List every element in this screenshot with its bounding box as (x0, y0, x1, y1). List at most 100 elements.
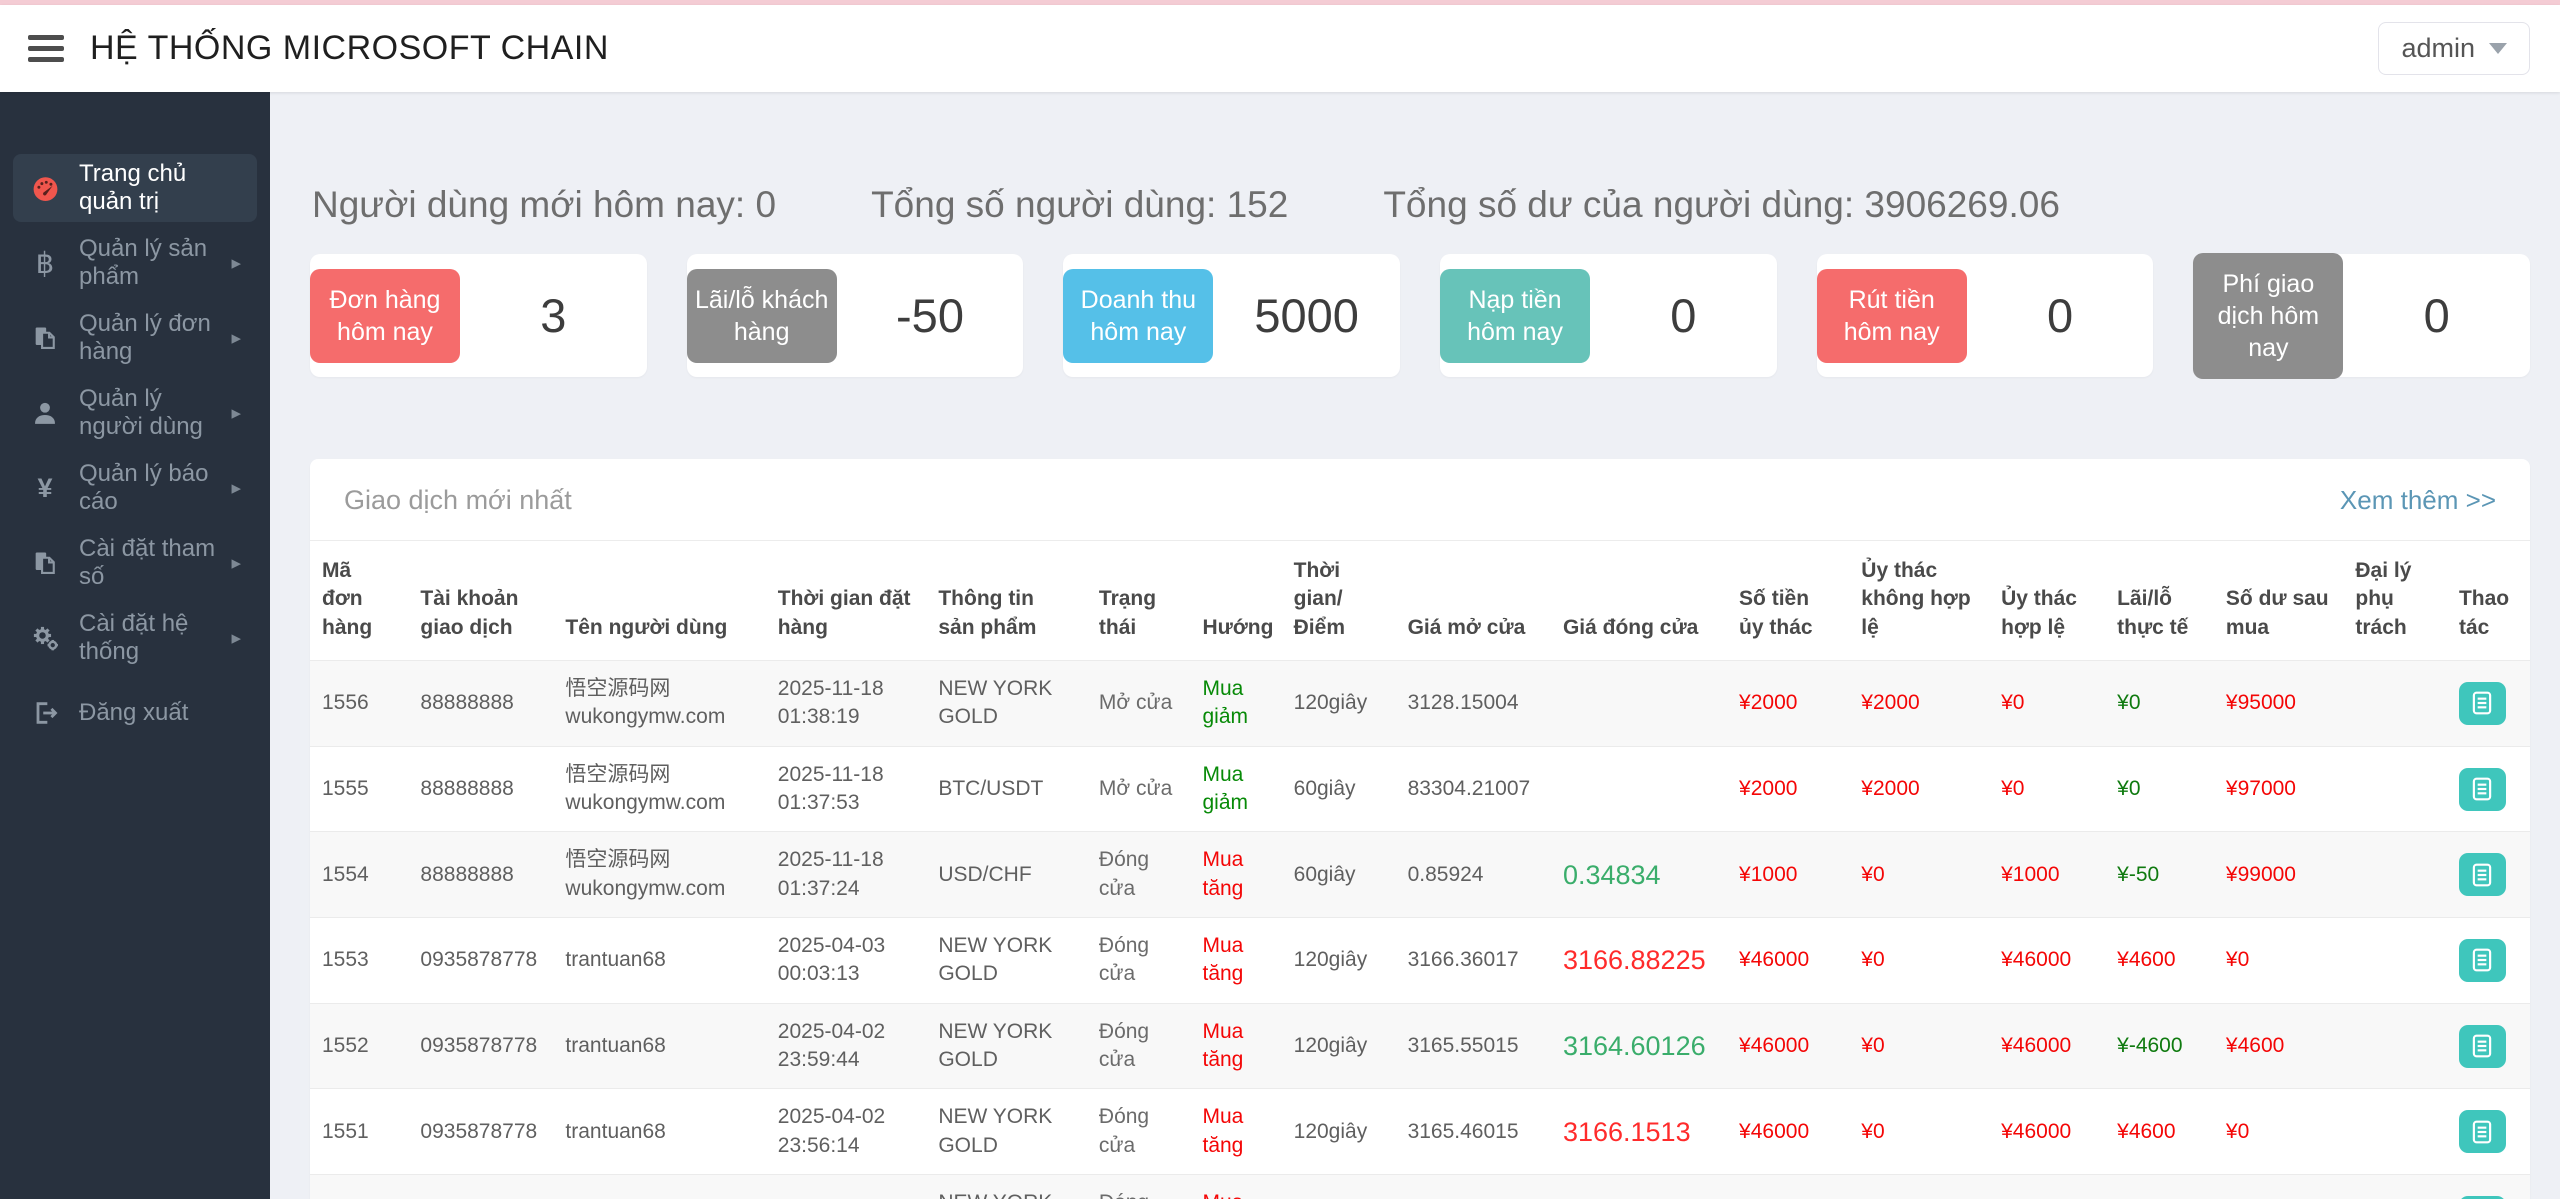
balance-cell: ¥4600 (2214, 1003, 2343, 1089)
sidebar-item-logout[interactable]: Đăng xuất (13, 679, 257, 747)
status-cell: Mở cửa (1087, 661, 1191, 747)
view-order-button[interactable] (2459, 1025, 2506, 1068)
invalid-entrust-cell: ¥2000 (1849, 661, 1989, 747)
balance-cell (2214, 1175, 2343, 1199)
col-product: Thông tin sản phẩm (926, 541, 1087, 661)
balance-cell: ¥95000 (2214, 661, 2343, 747)
card-value: 5000 (1254, 288, 1359, 343)
account-cell: 88888888 (408, 661, 553, 747)
chevron-right-icon: ▸ (231, 627, 241, 650)
username-cell: trantuan68 (553, 1089, 765, 1175)
invalid-entrust-cell: ¥0 (1849, 1089, 1989, 1175)
chevron-right-icon: ▸ (231, 402, 241, 425)
view-order-button[interactable] (2459, 768, 2506, 811)
sidebar-item-label: Đăng xuất (79, 699, 188, 727)
col-period: Thời gian/Điểm (1282, 541, 1396, 661)
invalid-entrust-cell: ¥2000 (1849, 746, 1989, 832)
open-price-cell (1396, 1175, 1551, 1199)
close-price-cell (1551, 661, 1727, 747)
logout-icon (27, 699, 63, 727)
entrust-cell: ¥46000 (1727, 1003, 1849, 1089)
card-customer-pnl: Lãi/lỗ khách hàng -50 (687, 254, 1024, 377)
card-orders-today: Đơn hàng hôm nay 3 (310, 254, 647, 377)
order-detail-icon (2469, 862, 2495, 888)
see-more-link[interactable]: Xem thêm >> (2340, 485, 2496, 516)
period-cell: 120giây (1282, 661, 1396, 747)
table-row: 15530935878778trantuan682025-04-03 00:03… (310, 918, 2530, 1004)
open-price-cell: 3165.55015 (1396, 1003, 1551, 1089)
stat-total-user-balance: Tổng số dư của người dùng: 3906269.06 (1383, 184, 2060, 226)
stat-new-users-today: Người dùng mới hôm nay: 0 (312, 184, 776, 226)
action-cell (2447, 832, 2530, 918)
sidebar-item-label: Quản lý báo cáo (79, 460, 215, 516)
view-order-button[interactable] (2459, 939, 2506, 982)
card-label: Rút tiền hôm nay (1817, 269, 1967, 363)
stats-heading-row: Người dùng mới hôm nay: 0 Tổng số người … (312, 184, 2530, 226)
transactions-table: Mã đơn hàng Tài khoản giao dịch Tên ngườ… (310, 541, 2530, 1199)
sidebar-item-orders[interactable]: Quản lý đơn hàng ▸ (13, 304, 257, 372)
sidebar-item-dashboard[interactable]: Trang chủ quản trị (13, 154, 257, 222)
valid-entrust-cell: ¥46000 (1989, 1003, 2105, 1089)
order-time-cell: 2025-04-02 23:59:44 (766, 1003, 927, 1089)
action-cell (2447, 1089, 2530, 1175)
period-cell: 60giây (1282, 746, 1396, 832)
table-row: 2025-04-02NEW YORK GOLDĐóng cửaMua tăng (310, 1175, 2530, 1199)
agent-cell (2343, 1003, 2447, 1089)
col-actions: Thao tác (2447, 541, 2530, 661)
view-order-button[interactable] (2459, 853, 2506, 896)
pnl-cell: ¥-4600 (2105, 1003, 2214, 1089)
col-invalid-entrust: Ủy thác không hợp lệ (1849, 541, 1989, 661)
action-cell (2447, 918, 2530, 1004)
card-label: Lãi/lỗ khách hàng (687, 269, 837, 363)
account-cell: 88888888 (408, 746, 553, 832)
sidebar-item-label: Quản lý đơn hàng (79, 310, 215, 366)
card-label: Đơn hàng hôm nay (310, 269, 460, 363)
view-order-button[interactable] (2459, 1110, 2506, 1153)
admin-dropdown-button[interactable]: admin (2378, 22, 2530, 75)
status-cell: Mở cửa (1087, 746, 1191, 832)
view-order-button[interactable] (2459, 682, 2506, 725)
invalid-entrust-cell: ¥0 (1849, 832, 1989, 918)
hamburger-menu-icon[interactable] (28, 35, 64, 62)
sidebar-item-system-settings[interactable]: Cài đặt hệ thống ▸ (13, 604, 257, 672)
agent-cell (2343, 832, 2447, 918)
card-label: Nạp tiền hôm nay (1440, 269, 1590, 363)
sidebar-item-users[interactable]: Quản lý người dùng ▸ (13, 379, 257, 447)
agent-cell (2343, 661, 2447, 747)
period-cell: 120giây (1282, 1003, 1396, 1089)
col-username: Tên người dùng (553, 541, 765, 661)
table-row: 15510935878778trantuan682025-04-02 23:56… (310, 1089, 2530, 1175)
period-cell (1282, 1175, 1396, 1199)
order-detail-icon (2469, 947, 2495, 973)
period-cell: 60giây (1282, 832, 1396, 918)
sidebar-item-products[interactable]: ฿ Quản lý sản phẩm ▸ (13, 229, 257, 297)
params-file-icon (27, 549, 63, 577)
order-detail-icon (2469, 1033, 2495, 1059)
agent-cell (2343, 1089, 2447, 1175)
direction-cell: Mua tăng (1190, 1175, 1281, 1199)
card-deposits-today: Nạp tiền hôm nay 0 (1440, 254, 1777, 377)
username-cell: trantuan68 (553, 1003, 765, 1089)
col-agent: Đại lý phụ trách (2343, 541, 2447, 661)
open-price-cell: 3128.15004 (1396, 661, 1551, 747)
action-cell (2447, 661, 2530, 747)
pnl-cell: ¥4600 (2105, 918, 2214, 1004)
action-cell (2447, 746, 2530, 832)
sidebar-item-label: Cài đặt tham số (79, 535, 215, 591)
agent-cell (2343, 918, 2447, 1004)
sidebar-item-parameters[interactable]: Cài đặt tham số ▸ (13, 529, 257, 597)
open-price-cell: 83304.21007 (1396, 746, 1551, 832)
balance-cell: ¥0 (2214, 918, 2343, 1004)
direction-cell: Mua giảm (1190, 746, 1281, 832)
order-time-cell: 2025-11-18 01:37:53 (766, 746, 927, 832)
product-cell: NEW YORK GOLD (926, 918, 1087, 1004)
sidebar-item-label: Quản lý sản phẩm (79, 235, 215, 291)
entrust-cell: ¥46000 (1727, 918, 1849, 1004)
card-fees-today: Phí giao dịch hôm nay 0 (2193, 254, 2530, 377)
close-price-cell (1551, 746, 1727, 832)
sidebar-item-reports[interactable]: ¥ Quản lý báo cáo ▸ (13, 454, 257, 522)
top-bar: HỆ THỐNG MICROSOFT CHAIN admin (0, 5, 2560, 92)
orders-file-icon (27, 324, 63, 352)
username-cell: 悟空源码网 wukongymw.com (553, 746, 765, 832)
open-price-cell: 0.85924 (1396, 832, 1551, 918)
